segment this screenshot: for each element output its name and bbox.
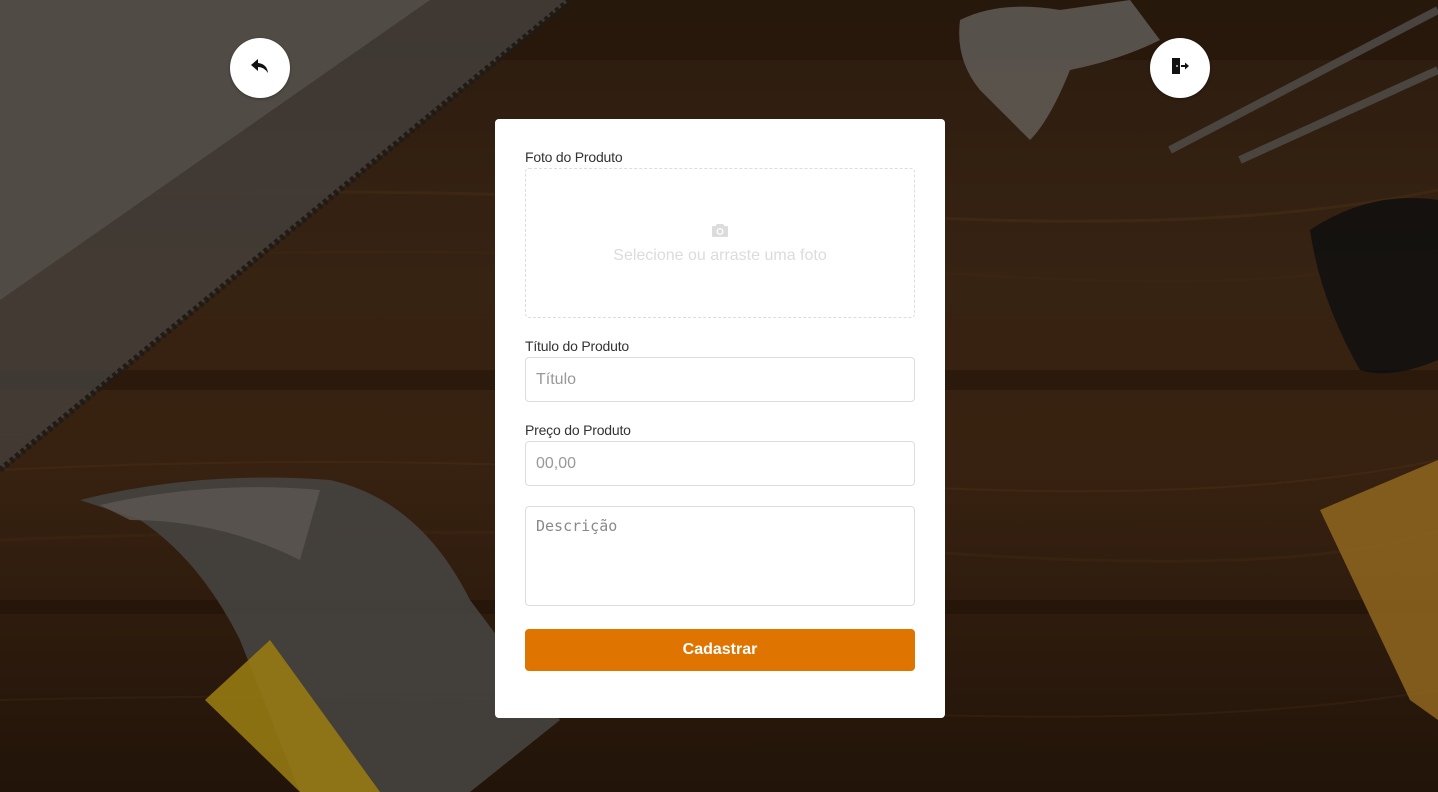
photo-dropzone[interactable]: Selecione ou arraste uma foto [525,168,915,318]
camera-icon [711,222,729,243]
logout-button[interactable] [1150,38,1210,98]
price-label: Preço do Produto [525,422,631,438]
product-form-card: Foto do Produto Selecione ou arraste uma… [495,119,945,718]
description-textarea[interactable] [525,506,915,606]
sign-out-door-icon [1170,56,1190,81]
photo-dropzone-text: Selecione ou arraste uma foto [613,246,827,264]
back-button[interactable] [230,38,290,98]
reply-arrow-icon [250,56,270,81]
title-label: Título do Produto [525,338,629,354]
photo-label: Foto do Produto [525,149,623,165]
submit-button[interactable]: Cadastrar [525,629,915,671]
title-input[interactable] [525,357,915,402]
price-input[interactable] [525,441,915,486]
